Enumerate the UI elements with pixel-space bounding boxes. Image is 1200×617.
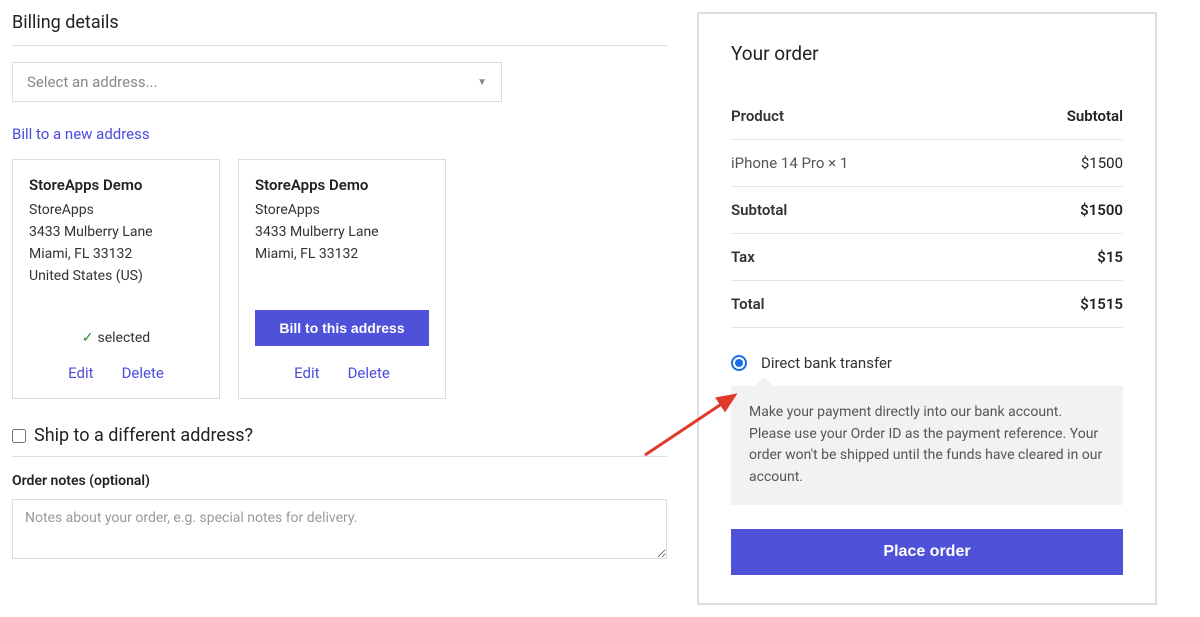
address-line: Miami, FL 33132 (255, 246, 429, 262)
edit-address-link[interactable]: Edit (68, 364, 93, 382)
order-total-row: Total $1515 (731, 281, 1123, 328)
radio-selected-icon (731, 355, 747, 371)
bill-new-address-link[interactable]: Bill to a new address (12, 125, 150, 143)
product-price: $1500 (1081, 154, 1123, 172)
bill-to-address-button[interactable]: Bill to this address (255, 310, 429, 346)
order-header-row: Product Subtotal (731, 93, 1123, 140)
product-name: iPhone 14 Pro × 1 (731, 154, 848, 172)
payment-description: Make your payment directly into our bank… (731, 386, 1123, 505)
order-notes-label: Order notes (optional) (12, 473, 667, 489)
selected-indicator: ✓selected (29, 330, 203, 346)
address-card-title: StoreApps Demo (255, 176, 429, 194)
tax-label: Tax (731, 248, 755, 266)
tax-value: $15 (1097, 248, 1123, 266)
edit-address-link[interactable]: Edit (294, 364, 319, 382)
delete-address-link[interactable]: Delete (122, 364, 164, 382)
subtotal-label: Subtotal (731, 201, 787, 219)
address-card-title: StoreApps Demo (29, 176, 203, 194)
ship-different-checkbox[interactable] (12, 429, 26, 443)
subtotal-header: Subtotal (1067, 107, 1123, 125)
chevron-down-icon: ▼ (477, 77, 487, 88)
place-order-button[interactable]: Place order (731, 529, 1123, 575)
billing-details-title: Billing details (12, 12, 667, 33)
address-line: StoreApps (255, 202, 429, 218)
order-product-row: iPhone 14 Pro × 1 $1500 (731, 140, 1123, 187)
address-select-placeholder: Select an address... (27, 73, 157, 91)
product-header: Product (731, 107, 784, 125)
selected-text: selected (98, 330, 151, 346)
address-cards: StoreApps Demo StoreApps 3433 Mulberry L… (12, 159, 667, 399)
address-line: StoreApps (29, 202, 203, 218)
divider (12, 45, 667, 46)
ship-different-label: Ship to a different address? (34, 425, 253, 446)
total-label: Total (731, 295, 765, 313)
subtotal-value: $1500 (1080, 201, 1123, 219)
address-line: United States (US) (29, 268, 203, 284)
check-icon: ✓ (82, 330, 94, 346)
order-summary-box: Your order Product Subtotal iPhone 14 Pr… (697, 12, 1157, 605)
order-notes-textarea[interactable] (12, 499, 667, 559)
order-title: Your order (731, 42, 1123, 65)
address-line: 3433 Mulberry Lane (29, 224, 203, 240)
payment-method-label: Direct bank transfer (761, 354, 892, 372)
divider (12, 456, 667, 457)
total-value: $1515 (1080, 295, 1123, 313)
payment-method-option[interactable]: Direct bank transfer (731, 342, 1123, 386)
order-subtotal-row: Subtotal $1500 (731, 187, 1123, 234)
order-tax-row: Tax $15 (731, 234, 1123, 281)
address-line: Miami, FL 33132 (29, 246, 203, 262)
address-card-2: StoreApps Demo StoreApps 3433 Mulberry L… (238, 159, 446, 399)
address-card-1: StoreApps Demo StoreApps 3433 Mulberry L… (12, 159, 220, 399)
delete-address-link[interactable]: Delete (348, 364, 390, 382)
address-select-dropdown[interactable]: Select an address... ▼ (12, 62, 502, 102)
address-line: 3433 Mulberry Lane (255, 224, 429, 240)
